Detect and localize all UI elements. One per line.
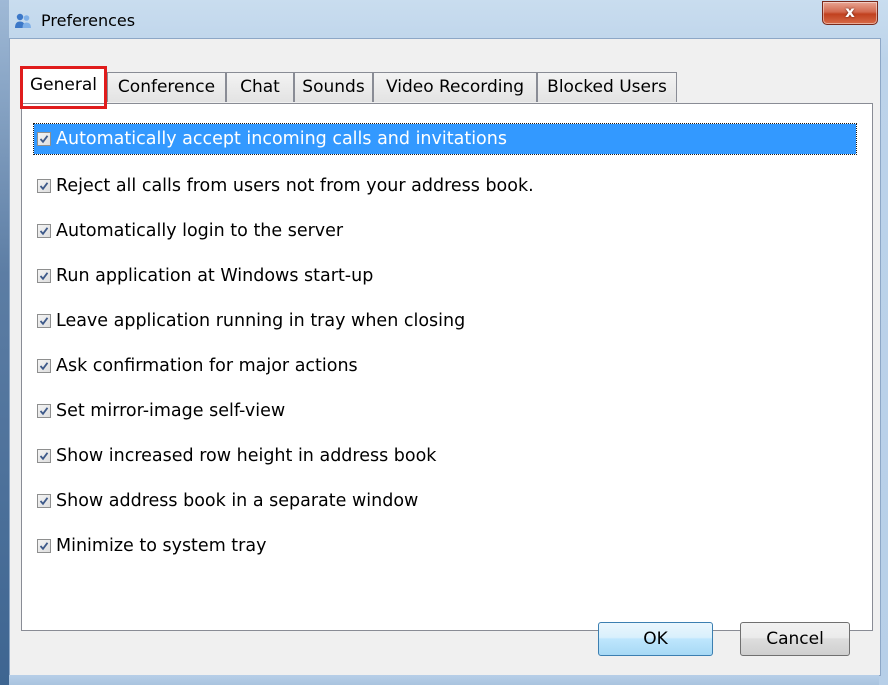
tab-chat[interactable]: Chat <box>226 72 294 102</box>
tab-label: Chat <box>240 77 280 97</box>
checkbox[interactable] <box>37 224 51 238</box>
cancel-button[interactable]: Cancel <box>740 622 850 656</box>
checkmark-icon <box>39 135 49 144</box>
users-icon <box>15 13 31 28</box>
tab-video-recording[interactable]: Video Recording <box>373 72 537 102</box>
ok-button[interactable]: OK <box>598 622 713 656</box>
tab-label: Sounds <box>302 77 365 97</box>
checkbox[interactable] <box>37 314 51 328</box>
option-increased-row-height[interactable]: Show increased row height in address boo… <box>37 441 436 471</box>
option-label: Leave application running in tray when c… <box>56 311 466 331</box>
option-label: Minimize to system tray <box>56 536 267 556</box>
checkbox[interactable] <box>37 449 51 463</box>
checkbox[interactable] <box>37 359 51 373</box>
tab-label: Blocked Users <box>547 77 667 97</box>
option-mirror-self-view[interactable]: Set mirror-image self-view <box>37 396 285 426</box>
option-ask-confirmation[interactable]: Ask confirmation for major actions <box>37 351 358 381</box>
option-minimize-to-tray[interactable]: Minimize to system tray <box>37 531 266 561</box>
option-label: Reject all calls from users not from you… <box>56 176 534 196</box>
active-tab-highlight <box>20 66 107 109</box>
tab-sounds[interactable]: Sounds <box>294 72 373 102</box>
checkbox[interactable] <box>37 132 51 146</box>
option-run-in-tray[interactable]: Leave application running in tray when c… <box>37 306 465 336</box>
checkmark-icon <box>39 272 49 281</box>
checkbox[interactable] <box>37 179 51 193</box>
close-icon: x <box>845 3 855 21</box>
checkmark-icon <box>39 407 49 416</box>
option-separate-address-book[interactable]: Show address book in a separate window <box>37 486 418 516</box>
option-label: Run application at Windows start-up <box>56 266 374 286</box>
checkbox[interactable] <box>37 269 51 283</box>
checkmark-icon <box>39 227 49 236</box>
checkmark-icon <box>39 452 49 461</box>
preferences-window: Preferences x General Conference Chat So… <box>0 0 888 685</box>
checkmark-icon <box>39 362 49 371</box>
checkmark-icon <box>39 317 49 326</box>
option-label: Show address book in a separate window <box>56 491 419 511</box>
checkbox[interactable] <box>37 539 51 553</box>
option-reject-unknown-calls[interactable]: Reject all calls from users not from you… <box>37 171 534 201</box>
tab-conference[interactable]: Conference <box>107 72 226 102</box>
option-label: Automatically login to the server <box>56 221 344 241</box>
general-options-panel: Automatically accept incoming calls and … <box>21 103 873 631</box>
option-label: Set mirror-image self-view <box>56 401 286 421</box>
window-bottom-border <box>9 675 879 685</box>
window-border <box>0 0 9 685</box>
tab-label: Conference <box>117 77 216 97</box>
checkmark-icon <box>39 542 49 551</box>
option-label: Show increased row height in address boo… <box>56 446 437 466</box>
option-run-at-startup[interactable]: Run application at Windows start-up <box>37 261 373 291</box>
ok-button-label: OK <box>643 629 668 649</box>
close-button[interactable]: x <box>822 1 878 25</box>
checkmark-icon <box>39 182 49 191</box>
option-auto-login[interactable]: Automatically login to the server <box>37 216 343 246</box>
tab-label: Video Recording <box>385 77 525 97</box>
tab-blocked-users[interactable]: Blocked Users <box>537 72 677 102</box>
checkbox[interactable] <box>37 404 51 418</box>
checkmark-icon <box>39 497 49 506</box>
window-title: Preferences <box>41 11 136 30</box>
dialog-client-area: General Conference Chat Sounds Video Rec… <box>9 38 881 676</box>
cancel-button-label: Cancel <box>766 629 824 649</box>
option-label: Ask confirmation for major actions <box>56 356 358 376</box>
option-label: Automatically accept incoming calls and … <box>56 129 507 149</box>
checkbox[interactable] <box>37 494 51 508</box>
option-auto-accept-calls[interactable]: Automatically accept incoming calls and … <box>33 123 857 155</box>
title-bar[interactable]: Preferences x <box>0 0 888 38</box>
